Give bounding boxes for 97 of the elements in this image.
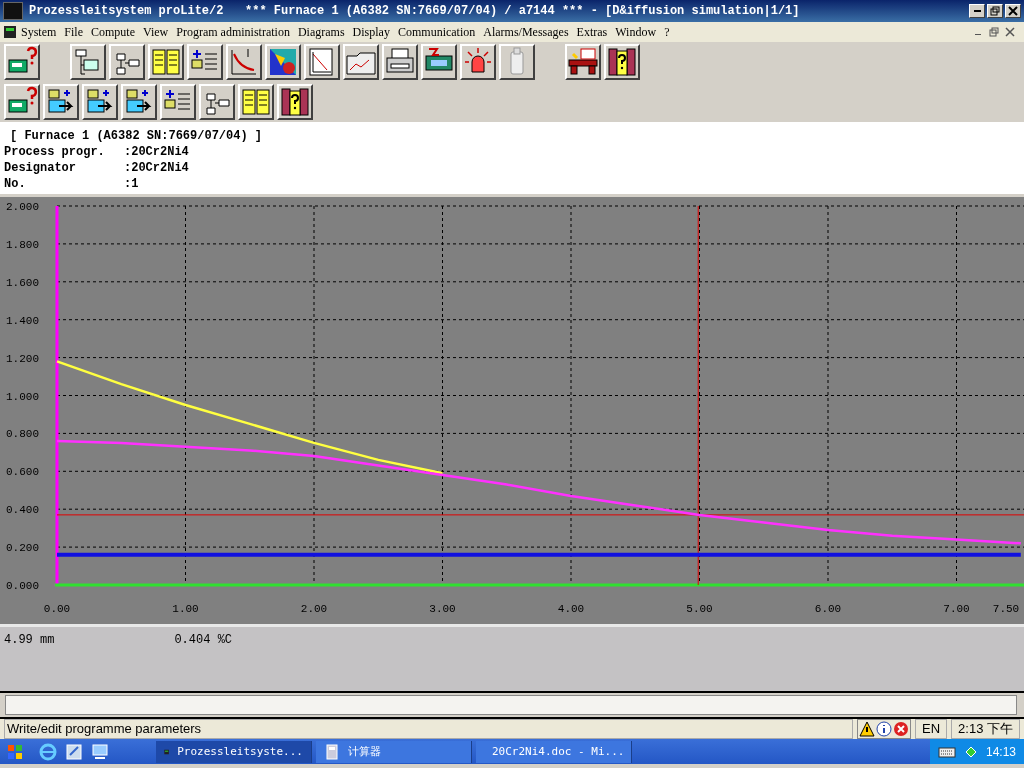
minimize-icon [973,10,981,12]
y-tick-label: 1.200 [6,352,39,365]
window-title: Prozessleitsystem proLite/2 *** Furnace 1 (A6382 SN:7669/07/04) / a7144 *** - [D&iffusion simulation|1/1] [29,4,801,18]
menu-item[interactable]: Extras [572,24,612,40]
y-tick-label: 0.800 [6,428,39,441]
keyboard-icon[interactable] [937,744,956,759]
y-tick-label: 0.200 [6,542,39,555]
four-squares-icon [7,743,23,760]
taskbar-button[interactable]: 计算器 [316,740,472,763]
x-tick-label: 7.00 [943,603,970,615]
field-label: No. [4,176,27,192]
restore-icon [990,6,1000,16]
network-icon[interactable] [963,744,978,759]
y-tick-label: 1.000 [6,390,39,403]
menu-item[interactable]: View [139,24,173,40]
toolbar-button[interactable] [304,44,340,80]
launcher-icon[interactable] [64,741,84,762]
x-tick-label: 6.00 [814,603,842,615]
y-tick-label: 0.600 [6,466,39,479]
y-tick-label: 2.000 [6,201,39,213]
menu-item[interactable]: Communication [393,24,480,40]
info-heading: [ Furnace 1 (A6382 SN:7669/07/04) ] [9,128,264,144]
toolbar-button[interactable] [82,84,118,120]
toolbar-button[interactable] [421,44,457,80]
menu-item[interactable]: System [17,24,61,40]
toolbar-button[interactable] [238,84,274,120]
x-tick-label: 2.00 [300,603,328,615]
toolbar-button[interactable] [199,84,235,120]
error-icon[interactable] [893,721,909,737]
toolbar-button[interactable] [70,44,106,80]
y-tick-label: 1.400 [6,314,39,327]
y-tick-label: 0.000 [6,580,39,592]
close-button[interactable] [1005,27,1015,37]
toolbar-button[interactable] [499,44,535,80]
menu-item[interactable]: Display [348,24,394,40]
toolbar-button[interactable] [226,44,262,80]
x-tick-label: 0.00 [43,603,71,615]
toolbar-button[interactable] [460,44,496,80]
desk-mail-icon [567,46,599,78]
menu-item[interactable]: Program administration [172,24,294,40]
clock: 14:13 [985,744,1016,759]
toolbar-button[interactable] [382,44,418,80]
warning-icon[interactable] [859,721,875,737]
field-value: :20Cr2Ni4 [124,144,189,160]
help-books-icon [606,46,638,78]
x-tick-label: 4.00 [557,603,585,615]
document-list-icon [150,46,182,78]
x-tick-label: 1.00 [172,603,199,615]
x-tick-label: 3.00 [429,603,456,615]
field-label: Process progr. [4,144,106,160]
restore-button[interactable] [987,4,1003,18]
taskbar-button[interactable]: Prozessleitsyste... [156,740,312,763]
close-icon [1008,6,1018,16]
document-icon [3,25,17,39]
toolbar-button[interactable] [160,84,196,120]
y-tick-label: 1.600 [6,276,39,289]
menu-item[interactable]: ? [660,24,674,40]
menu-item[interactable]: Compute [87,24,139,40]
x-tick-label: 5.00 [686,603,713,615]
toolbar-button[interactable] [277,84,313,120]
y-tick-label: 0.400 [6,504,39,517]
menu-item[interactable]: Diagrams [293,24,349,40]
toolbar-button[interactable] [265,44,301,80]
input-field[interactable] [5,695,1017,715]
menu-item[interactable]: Window [611,24,661,40]
menu-item[interactable]: Alarms/Messages [479,24,573,40]
calculator-icon [324,743,340,760]
toolbar-button[interactable] [4,84,40,120]
x-tick-label: 7.50 [992,603,1020,615]
toolbar-button[interactable] [148,44,184,80]
taskbar-button[interactable]: 20Cr2Ni4.doc - Mi... [476,740,632,763]
toolbar-button[interactable] [343,44,379,80]
field-label: Designator [4,160,77,176]
value-reading: 0.404 %C [174,633,233,649]
browser-icon[interactable] [38,741,58,762]
toolbar-button[interactable] [109,44,145,80]
app-icon [3,2,23,20]
toolbar-button[interactable] [121,84,157,120]
menu-item[interactable]: File [60,24,87,40]
field-value: :1 [124,176,139,192]
toolbar-button[interactable] [4,44,40,80]
toolbar-button[interactable] [187,44,223,80]
colored-shapes-icon [267,46,299,78]
status-text: Write/edit programme parameters [4,719,853,739]
document-list-icon [240,86,272,118]
toolbar-button[interactable] [604,44,640,80]
field-value: :20Cr2Ni4 [124,160,189,176]
desktop-icon[interactable] [90,741,110,762]
help-books-icon [279,86,311,118]
info-icon[interactable] [876,721,892,737]
toolbar-button[interactable] [565,44,601,80]
y-tick-label: 1.800 [6,238,39,251]
minimize-button[interactable] [969,4,985,18]
toolbar-button[interactable] [43,84,79,120]
position-reading: 4.99 mm [4,633,55,649]
language-indicator: EN [915,719,948,739]
status-time: 2:13 下午 [951,719,1020,739]
